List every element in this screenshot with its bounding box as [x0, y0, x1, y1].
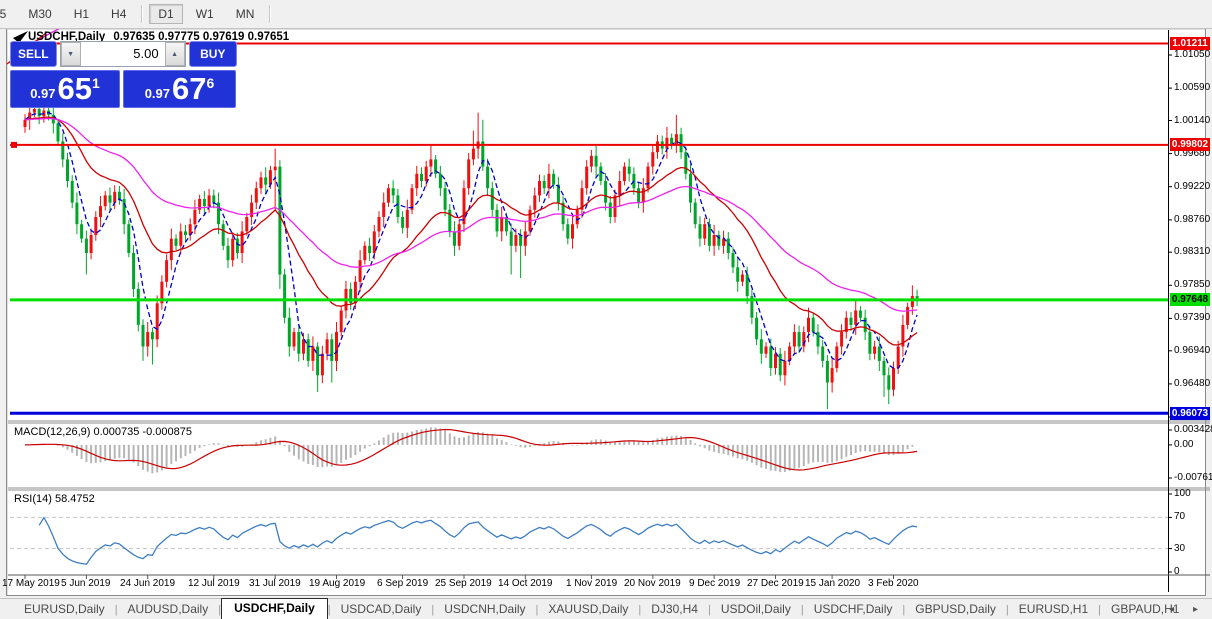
tab-usdoil-daily[interactable]: USDOil,Daily [711, 600, 801, 619]
price-axis-label: 1.00140 [1174, 115, 1211, 126]
tab-usdchf-daily[interactable]: USDCHF,Daily [221, 598, 328, 619]
date-axis-label: 5 Jun 2019 [61, 578, 111, 589]
price-axis-label: 0.99220 [1174, 181, 1211, 192]
date-axis-label: 6 Sep 2019 [377, 578, 429, 589]
price-axis-label: 0.98760 [1174, 214, 1211, 225]
date-axis-label: 15 Jan 2020 [805, 578, 861, 589]
date-axis-label: 24 Jun 2019 [120, 578, 176, 589]
date-axis-label: 19 Aug 2019 [309, 578, 366, 589]
price-axis-label: 0.97390 [1174, 312, 1211, 323]
price-level-badge: 0.97648 [1170, 293, 1210, 306]
sell-price-big: 65 [57, 71, 92, 106]
date-axis-label: 20 Nov 2019 [624, 578, 681, 589]
volume-increase-icon[interactable]: ▲ [164, 42, 185, 66]
price-axis-label: 1.00590 [1174, 82, 1211, 93]
timeframe-toolbar: 15M30H1H4 D1W1MN [0, 0, 1212, 29]
tab-usdcnh-daily[interactable]: USDCNH,Daily [434, 600, 535, 619]
timeframe-button-m30[interactable]: M30 [19, 4, 60, 24]
rsi-axis-label: 30 [1174, 543, 1186, 554]
date-axis-label: 9 Dec 2019 [689, 578, 741, 589]
date-axis-label: 14 Oct 2019 [498, 578, 553, 589]
timeframe-button-mn[interactable]: MN [227, 4, 264, 24]
sell-price-sup: 1 [92, 75, 100, 91]
buy-price-small: 0.97 [144, 86, 171, 101]
one-click-trade-panel: SELL ▼ 5.00 ▲ BUY 0.97 65 1 0.97 67 6 [10, 41, 237, 108]
toolbar-separator [141, 5, 144, 23]
tab-gbpusd-daily[interactable]: GBPUSD,Daily [905, 600, 1006, 619]
sell-price-small: 0.97 [30, 86, 56, 101]
date-axis-label: 31 Jul 2019 [249, 578, 301, 589]
volume-stepper: ▼ 5.00 ▲ [59, 41, 186, 67]
date-axis-label: 27 Dec 2019 [747, 578, 804, 589]
rsi-axis-label: 70 [1174, 511, 1186, 522]
sell-button[interactable]: SELL [10, 41, 57, 67]
timeframe-button-d1[interactable]: D1 [149, 4, 183, 24]
price-axis-label: 0.98310 [1174, 246, 1211, 257]
timeframe-button-15[interactable]: 15 [0, 4, 15, 24]
macd-axis-label: 0.00 [1174, 439, 1194, 450]
date-axis-label: 1 Nov 2019 [566, 578, 618, 589]
macd-axis-label: -0.007615 [1174, 472, 1212, 483]
buy-price-box[interactable]: 0.97 67 6 [123, 70, 236, 108]
date-axis-label: 3 Feb 2020 [868, 578, 919, 589]
chart-window [6, 28, 1206, 596]
tab-eurusd-daily[interactable]: EURUSD,Daily [14, 600, 115, 619]
date-axis-label: 17 May 2019 [2, 578, 60, 589]
tab-dj30-h4[interactable]: DJ30,H4 [641, 600, 708, 619]
tab-audusd-daily[interactable]: AUDUSD,Daily [118, 600, 219, 619]
buy-price-sup: 6 [206, 75, 215, 91]
tab-eurusd-h1[interactable]: EURUSD,H1 [1009, 600, 1098, 619]
symbol-tab-bar: EURUSD,Daily | AUDUSD,Daily | USDCHF,Daily | U… [0, 598, 1212, 619]
rsi-indicator-label: RSI(14) 58.4752 [14, 493, 95, 505]
sell-price-box[interactable]: 0.97 65 1 [10, 70, 120, 108]
date-axis-label: 12 Jul 2019 [188, 578, 240, 589]
buy-price-big: 67 [172, 71, 207, 106]
timeframe-button-w1[interactable]: W1 [187, 4, 223, 24]
rsi-axis-label: 0 [1174, 566, 1180, 577]
price-axis-label: 0.96940 [1174, 345, 1211, 356]
timeframe-button-h1[interactable]: H1 [65, 4, 98, 24]
macd-indicator-label: MACD(12,26,9) 0.000735 -0.000875 [14, 426, 192, 438]
toolbar-separator [269, 5, 272, 23]
date-axis-label: 25 Sep 2019 [435, 578, 492, 589]
macd-axis-label: 0.003428 [1174, 424, 1212, 435]
timeframe-button-h4[interactable]: H4 [102, 4, 135, 24]
price-axis-label: 0.96480 [1174, 378, 1211, 389]
price-axis-label: 1.01050 [1174, 49, 1211, 60]
price-level-badge: 0.99802 [1170, 138, 1210, 151]
price-axis-label: 0.97850 [1174, 279, 1211, 290]
price-level-badge: 1.01211 [1170, 37, 1210, 50]
volume-decrease-icon[interactable]: ▼ [60, 42, 81, 66]
tab-usdchf-daily[interactable]: USDCHF,Daily [804, 600, 903, 619]
tab-usdcad-daily[interactable]: USDCAD,Daily [331, 600, 432, 619]
rsi-axis-label: 100 [1174, 488, 1191, 499]
buy-button[interactable]: BUY [188, 41, 237, 67]
tab-xauusd-daily[interactable]: XAUUSD,Daily [538, 600, 638, 619]
volume-input[interactable]: 5.00 [81, 42, 165, 66]
price-level-badge: 0.96073 [1170, 407, 1210, 420]
tab-scroll-arrows[interactable]: ◂ ▸ [1169, 604, 1206, 615]
